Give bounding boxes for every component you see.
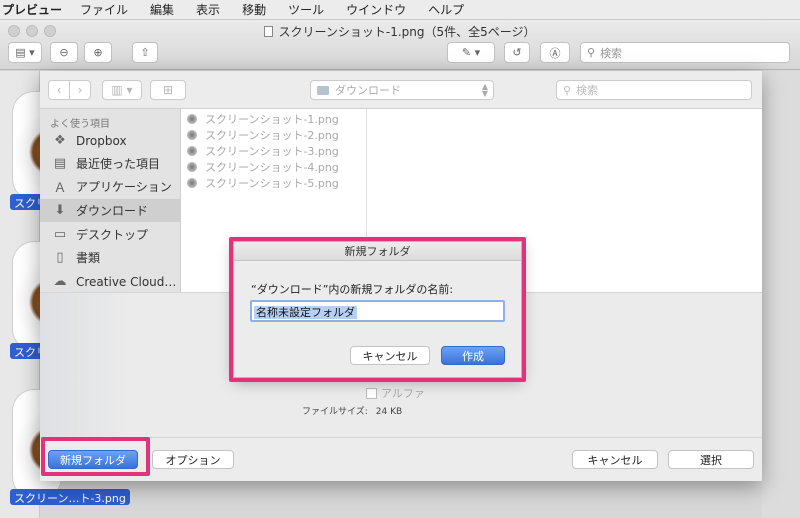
sidebar-toggle-button[interactable]: ▤ ▾: [8, 42, 42, 63]
new-folder-icon: ⊞: [162, 83, 174, 97]
menu-go[interactable]: 移動: [242, 1, 266, 18]
downloads-icon: ⬇: [54, 203, 66, 218]
updown-chevron-icon: ▲ ▼: [481, 82, 488, 98]
image-file-icon: [187, 178, 197, 188]
file-item[interactable]: スクリーンショット-4.png: [187, 159, 339, 175]
sidebar-heading: よく使う項目: [50, 119, 110, 130]
zoom-in-icon: ⊕: [93, 46, 103, 59]
recents-icon: ▤: [53, 156, 67, 171]
sidebar-item-label: 書類: [76, 251, 101, 265]
select-button[interactable]: 選択: [668, 450, 754, 469]
menu-app-name[interactable]: プレビュー: [2, 1, 62, 18]
file-item[interactable]: スクリーンショット-3.png: [187, 143, 339, 159]
location-label: ダウンロード: [335, 84, 401, 97]
sheet-search-field[interactable]: ⚲ 検索: [556, 80, 752, 100]
sidebar-item-label: デスクトップ: [76, 228, 149, 242]
menu-file[interactable]: ファイル: [80, 1, 128, 18]
highlight-frame-new-folder: [41, 437, 150, 476]
file-name: スクリーンショット-3.png: [205, 145, 339, 158]
sidebar-item-recents[interactable]: ▤ 最近使った項目: [40, 152, 181, 175]
file-item[interactable]: スクリーンショット-1.png: [187, 111, 339, 127]
documents-icon: ▯: [56, 250, 64, 265]
sidebar-item-label: Creative Cloud…: [76, 274, 177, 289]
creative-cloud-icon: ☁: [53, 274, 67, 289]
window-title: スクリーンショット-1.png（5件、全5ページ）: [0, 23, 800, 40]
menu-help[interactable]: ヘルプ: [428, 1, 464, 18]
dropbox-icon: ❖: [54, 133, 66, 148]
sidebar-item-documents[interactable]: ▯ 書類: [40, 246, 181, 269]
chevron-left-icon: ‹: [56, 83, 62, 97]
sidebar-item-creative-cloud[interactable]: ☁ Creative Cloud…: [40, 270, 181, 293]
rotate-button[interactable]: ↺: [504, 42, 530, 63]
zoom-out-button[interactable]: ⊖: [50, 42, 78, 63]
search-icon: ⚲: [563, 83, 572, 97]
document-canvas-edge: [762, 71, 800, 518]
markup-pen-button[interactable]: ✎ ▾: [447, 42, 495, 63]
menu-tools[interactable]: ツール: [288, 1, 324, 18]
file-item[interactable]: スクリーンショット-2.png: [187, 127, 339, 143]
columns-view-icon: ▥ ▾: [111, 83, 133, 97]
file-name: スクリーンショット-5.png: [205, 177, 339, 190]
thumbnail-sidebar: スクリ スクリ スクリーン…ト-3.png: [0, 71, 130, 518]
menu-window[interactable]: ウインドウ: [346, 1, 406, 18]
pen-icon: ✎ ▾: [461, 46, 481, 59]
document-icon: [264, 26, 274, 37]
thumbnail-label[interactable]: スクリーン…ト-3.png: [10, 489, 130, 505]
image-file-icon: [187, 146, 197, 156]
markup-toolbar-button[interactable]: Ⓐ: [540, 42, 570, 63]
file-name: スクリーンショット-2.png: [205, 129, 339, 142]
share-button[interactable]: ⇧: [132, 42, 158, 63]
file-size-row: ファイルサイズ: 24 KB: [302, 404, 402, 417]
share-icon: ⇧: [140, 46, 150, 59]
back-button[interactable]: ‹: [48, 80, 70, 100]
window-titlebar: スクリーンショット-1.png（5件、全5ページ） ▤ ▾ ⊖ ⊕ ⇧ ✎ ▾ …: [0, 20, 800, 70]
image-file-icon: [187, 130, 197, 140]
menu-edit[interactable]: 編集: [150, 1, 174, 18]
window-title-text: スクリーンショット-1.png（5件、全5ページ）: [278, 25, 536, 39]
cancel-button[interactable]: キャンセル: [572, 450, 658, 469]
zoom-out-icon: ⊖: [59, 46, 69, 59]
new-folder-toolbar-button[interactable]: ⊞: [150, 80, 186, 100]
image-file-icon: [187, 114, 197, 124]
alpha-label: アルファ: [381, 387, 425, 400]
sheet-search-placeholder: 検索: [576, 84, 599, 97]
highlight-frame-dialog: [229, 237, 526, 382]
sidebar-icon: ▤ ▾: [15, 46, 35, 59]
file-item[interactable]: スクリーンショット-5.png: [187, 175, 339, 191]
sidebar-item-label: 最近使った項目: [76, 157, 161, 171]
options-button[interactable]: オプション: [152, 450, 234, 469]
sheet-toolbar: ‹ › ▥ ▾ ⊞ ダウンロード ▲ ▼ ⚲ 検索: [40, 71, 762, 109]
sidebar-item-downloads[interactable]: ⬇ ダウンロード: [40, 199, 181, 222]
forward-button[interactable]: ›: [69, 80, 91, 100]
markup-icon: Ⓐ: [549, 46, 561, 60]
rotate-icon: ↺: [512, 46, 522, 59]
sheet-sidebar: よく使う項目 ❖ Dropbox ▤ 最近使った項目 Ａ アプリケーション ⬇ ダウンロ…: [40, 109, 181, 292]
alpha-checkbox[interactable]: アルファ: [366, 385, 425, 401]
file-size-label: ファイルサイズ:: [302, 407, 368, 417]
search-icon: ⚲: [587, 46, 596, 59]
blurred-preview: [40, 293, 130, 438]
zoom-in-button[interactable]: ⊕: [84, 42, 112, 63]
location-popup[interactable]: ダウンロード ▲ ▼: [310, 80, 494, 100]
desktop-icon: ▭: [53, 227, 67, 242]
sidebar-item-desktop[interactable]: ▭ デスクトップ: [40, 223, 181, 246]
file-size-value: 24 KB: [375, 407, 403, 417]
applications-icon: Ａ: [53, 181, 67, 196]
folder-icon: [317, 85, 329, 95]
image-file-icon: [187, 162, 197, 172]
menu-view[interactable]: 表示: [196, 1, 220, 18]
sidebar-item-label: Dropbox: [76, 133, 127, 148]
file-name: スクリーンショット-4.png: [205, 161, 339, 174]
window-search-field[interactable]: ⚲ 検索: [580, 42, 790, 63]
sidebar-item-label: ダウンロード: [76, 204, 149, 218]
sidebar-item-applications[interactable]: Ａ アプリケーション: [40, 175, 181, 198]
chevron-right-icon: ›: [77, 83, 83, 97]
file-name: スクリーンショット-1.png: [205, 113, 339, 126]
window-search-placeholder: 検索: [600, 46, 623, 60]
view-mode-button[interactable]: ▥ ▾: [102, 80, 142, 100]
checkbox-icon: [366, 387, 377, 399]
sidebar-item-dropbox[interactable]: ❖ Dropbox: [40, 129, 181, 152]
menu-bar: プレビュー ファイル 編集 表示 移動 ツール ウインドウ ヘルプ: [0, 0, 800, 20]
sidebar-item-label: アプリケーション: [76, 180, 172, 194]
